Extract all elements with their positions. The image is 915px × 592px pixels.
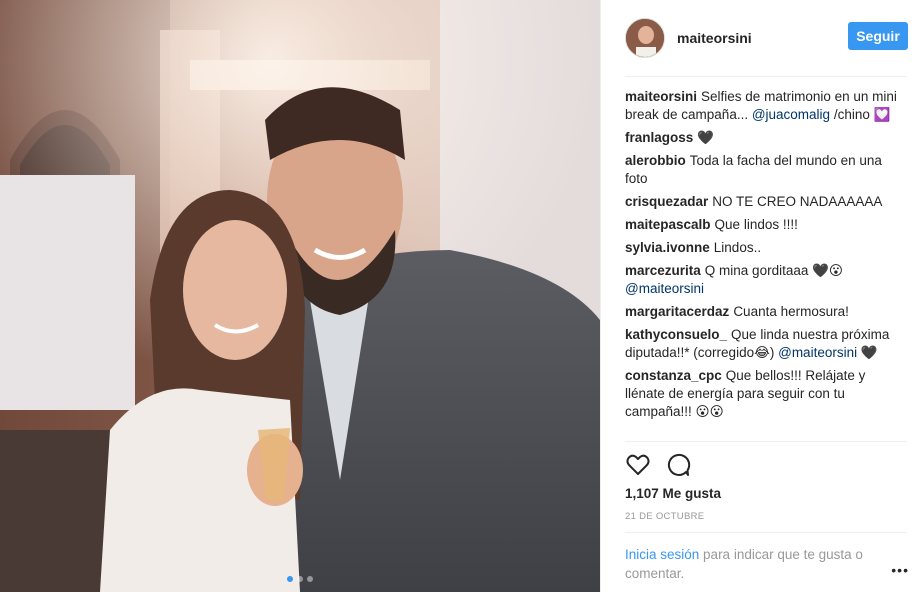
comment-username[interactable]: sylvia.ivonne (625, 240, 710, 255)
comment-text: Q mina gorditaaa 🖤😮 (704, 263, 843, 278)
comment-text: Cuanta hermosura! (733, 304, 849, 319)
comment-username[interactable]: kathyconsuelo_ (625, 327, 727, 342)
divider (625, 441, 907, 442)
like-count[interactable]: 1,107 Me gusta (625, 486, 721, 501)
caption: maiteorsini Selfies de matrimonio en un m… (625, 88, 905, 124)
comment-list[interactable]: maiteorsini Selfies de matrimonio en un m… (625, 88, 905, 440)
mention-link[interactable]: @maiteorsini (625, 281, 704, 296)
comment-item: sylvia.ivonne Lindos.. (625, 239, 905, 257)
comment-text: Lindos.. (713, 240, 762, 255)
photo-illustration (0, 0, 600, 592)
comment-username[interactable]: franlagoss (625, 130, 693, 145)
divider (625, 532, 907, 533)
post-photo[interactable] (0, 0, 600, 592)
comment-username[interactable]: alerobbio (625, 153, 686, 168)
comment-text: 🖤 (697, 130, 715, 145)
comment-username[interactable]: constanza_cpc (625, 368, 722, 383)
post: maiteorsini Seguir maiteorsini Selfies de… (0, 0, 915, 592)
comment-tail: 🖤 (857, 345, 878, 360)
heart-icon[interactable] (625, 452, 651, 478)
divider (625, 76, 907, 77)
post-sidebar: maiteorsini Seguir maiteorsini Selfies de… (600, 0, 915, 592)
comment-text: Que lindos !!!! (714, 217, 798, 232)
post-header: maiteorsini Seguir (601, 0, 915, 76)
mention-link[interactable]: @maiteorsini (778, 345, 857, 360)
username-link[interactable]: maiteorsini (677, 30, 752, 46)
comment-username[interactable]: maitepascalb (625, 217, 711, 232)
follow-button[interactable]: Seguir (848, 22, 908, 50)
action-bar (625, 452, 691, 478)
avatar[interactable] (625, 18, 665, 58)
comment-item: marcezurita Q mina gorditaaa 🖤😮 @maiteors… (625, 262, 905, 298)
comment-username[interactable]: margaritacerdaz (625, 304, 729, 319)
comment-item: franlagoss 🖤 (625, 129, 905, 147)
comment-item: constanza_cpc Que bellos!!! Relájate y ll… (625, 367, 905, 421)
caption-tail: /chino 💟 (830, 107, 891, 122)
login-prompt: Inicia sesión para indicar que te gusta … (625, 545, 885, 583)
login-link[interactable]: Inicia sesión (625, 547, 699, 562)
comment-item: margaritacerdaz Cuanta hermosura! (625, 303, 905, 321)
comment-username[interactable]: maiteorsini (625, 89, 697, 104)
comment-item: maitepascalb Que lindos !!!! (625, 216, 905, 234)
comment-username[interactable]: marcezurita (625, 263, 701, 278)
more-options-icon[interactable]: ••• (891, 562, 909, 578)
carousel-dot[interactable] (287, 576, 293, 582)
comment-item: crisquezadar NO TE CREO NADAAAAAA (625, 193, 905, 211)
comment-icon[interactable] (665, 452, 691, 478)
carousel-dot[interactable] (297, 576, 303, 582)
carousel-indicator (0, 576, 600, 582)
comment-item: alerobbio Toda la facha del mundo en una … (625, 152, 905, 188)
comment-username[interactable]: crisquezadar (625, 194, 708, 209)
carousel-dot[interactable] (307, 576, 313, 582)
comment-text: NO TE CREO NADAAAAAA (712, 194, 883, 209)
comment-item: kathyconsuelo_ Que linda nuestra próxima … (625, 326, 905, 362)
mention-link[interactable]: @juacomalig (752, 107, 830, 122)
post-date[interactable]: 21 DE OCTUBRE (625, 511, 704, 522)
